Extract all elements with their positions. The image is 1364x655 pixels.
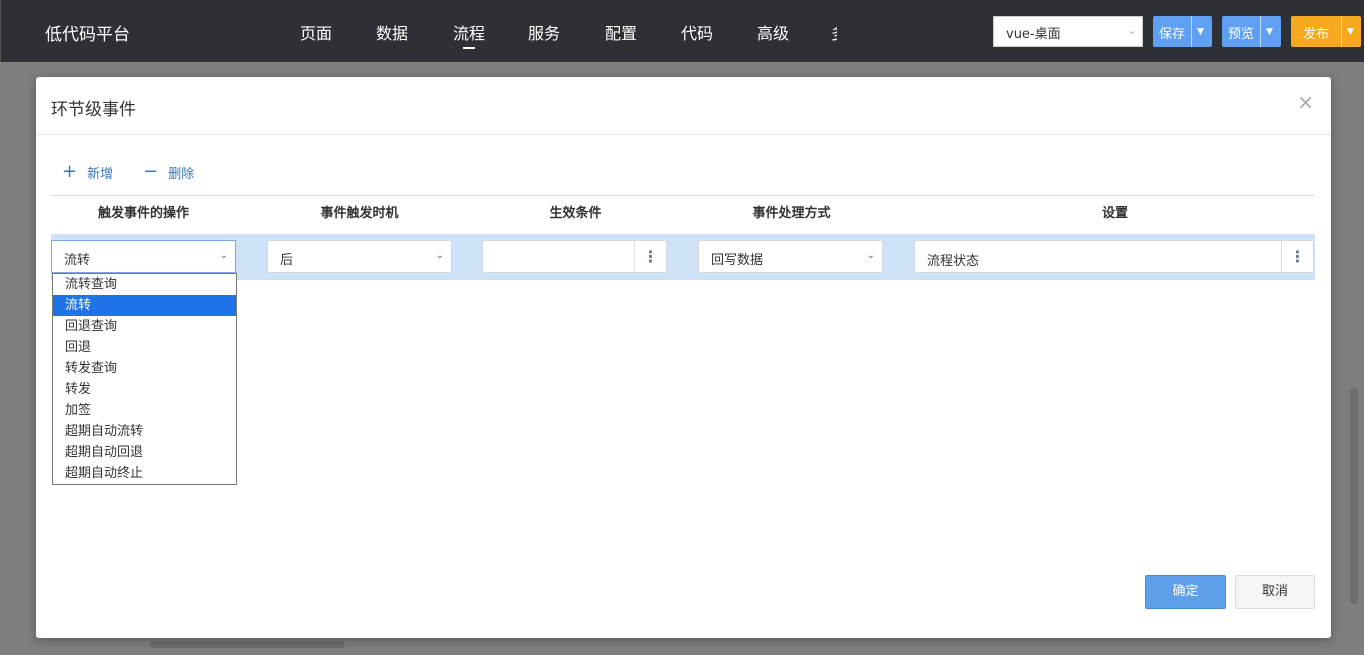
setting-input[interactable]: 流程状态 ⋮ <box>914 240 1314 273</box>
operation-dropdown-list: 流转查询 流转 回退查询 回退 转发查询 转发 加签 超期自动流转 超期自动回退… <box>52 273 237 485</box>
save-button[interactable]: 保存 ▼ <box>1153 16 1212 47</box>
caret-down-icon[interactable]: ▼ <box>1341 16 1359 47</box>
nav-item-code[interactable]: 代码 <box>681 20 713 44</box>
nav-item-process[interactable]: 流程 <box>453 20 485 49</box>
dropdown-option[interactable]: 回退 <box>53 337 236 358</box>
dropdown-option-selected[interactable]: 流转 <box>53 295 236 316</box>
nav-item-pages[interactable]: 页面 <box>300 20 332 44</box>
caret-down-icon[interactable]: ▼ <box>1260 16 1278 47</box>
preview-button[interactable]: 预览 ▼ <box>1222 16 1281 47</box>
table-row: 流转 ⌄ 后 ⌄ ⋮ 回写数据 ⌄ 流程状态 ⋮ <box>51 234 1315 280</box>
app-title: 低代码平台 <box>45 25 130 45</box>
plus-icon: + <box>62 161 78 182</box>
operation-select-value: 流转 <box>64 253 91 268</box>
confirm-button[interactable]: 确定 <box>1145 575 1226 609</box>
more-vertical-icon[interactable]: ⋮ <box>1281 241 1313 272</box>
delete-button-label: 删除 <box>168 166 195 182</box>
nav-item-more-clipped[interactable]: 多 <box>831 20 837 42</box>
dropdown-option[interactable]: 超期自动流转 <box>53 421 236 442</box>
chevron-down-icon: ⌄ <box>435 250 444 261</box>
env-select[interactable]: vue-桌面 ⌄ <box>993 16 1143 47</box>
nav-item-config[interactable]: 配置 <box>605 20 637 44</box>
column-header: 生效条件 <box>549 206 602 221</box>
timing-select[interactable]: 后 ⌄ <box>267 240 452 273</box>
caret-down-icon[interactable]: ▼ <box>1191 16 1209 47</box>
event-modal: 环节级事件 × + 新增 − 删除 触发事件的操作 事件触发时机 生效条件 事件… <box>36 77 1331 638</box>
close-icon[interactable]: × <box>1297 90 1314 114</box>
dropdown-option[interactable]: 加签 <box>53 400 236 421</box>
dropdown-option[interactable]: 转发查询 <box>53 358 236 379</box>
delete-button[interactable]: − 删除 <box>143 163 194 182</box>
operation-select[interactable]: 流转 ⌄ <box>51 240 236 273</box>
handling-select-value: 回写数据 <box>711 253 764 268</box>
publish-button[interactable]: 发布 ▼ <box>1291 16 1361 47</box>
publish-button-label: 发布 <box>1303 27 1330 42</box>
minus-icon: − <box>143 161 159 182</box>
more-vertical-icon[interactable]: ⋮ <box>634 241 666 272</box>
preview-button-label: 预览 <box>1228 27 1255 42</box>
dropdown-option[interactable]: 转发 <box>53 379 236 400</box>
timing-select-value: 后 <box>280 253 294 268</box>
modal-title: 环节级事件 <box>51 100 136 120</box>
add-button-label: 新增 <box>87 166 114 182</box>
top-bar: 低代码平台 页面 数据 流程 服务 配置 代码 高级 多 vue-桌面 ⌄ 保存… <box>0 0 1364 62</box>
dropdown-option[interactable]: 流转查询 <box>53 274 236 295</box>
modal-header: 环节级事件 × <box>36 77 1331 135</box>
env-select-value: vue-桌面 <box>1006 27 1061 42</box>
dropdown-option[interactable]: 回退查询 <box>53 316 236 337</box>
horizontal-scrollbar[interactable] <box>150 641 345 648</box>
dropdown-option[interactable]: 超期自动终止 <box>53 463 236 484</box>
save-button-label: 保存 <box>1159 27 1186 42</box>
cancel-button[interactable]: 取消 <box>1235 575 1315 609</box>
chevron-down-icon: ⌄ <box>1127 24 1137 37</box>
setting-input-value: 流程状态 <box>927 254 980 269</box>
nav-item-advanced[interactable]: 高级 <box>757 20 789 44</box>
grid-header: 触发事件的操作 事件触发时机 生效条件 事件处理方式 设置 <box>51 195 1315 231</box>
modal-toolbar: + 新增 − 删除 <box>62 161 224 183</box>
column-header: 事件触发时机 <box>320 206 399 221</box>
handling-select[interactable]: 回写数据 ⌄ <box>698 240 883 273</box>
nav-item-data[interactable]: 数据 <box>376 20 408 44</box>
column-header: 触发事件的操作 <box>97 206 189 221</box>
condition-input[interactable]: ⋮ <box>482 240 667 273</box>
column-header: 事件处理方式 <box>752 206 831 221</box>
column-header: 设置 <box>1101 206 1128 221</box>
dropdown-option[interactable]: 超期自动回退 <box>53 442 236 463</box>
add-button[interactable]: + 新增 <box>62 163 113 182</box>
chevron-down-icon: ⌄ <box>219 250 228 261</box>
chevron-down-icon: ⌄ <box>866 250 875 261</box>
nav-item-services[interactable]: 服务 <box>528 20 560 44</box>
vertical-scrollbar[interactable] <box>1350 388 1358 604</box>
